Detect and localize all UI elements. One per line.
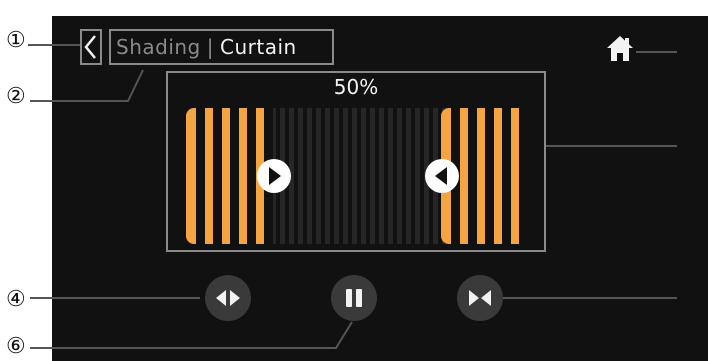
left-curtain-gap [247,108,256,244]
open-percentage: 50% [333,75,379,99]
right-handle[interactable] [425,159,459,193]
left-curtain-gap [213,108,222,244]
right-curtain-gap [485,108,494,244]
track-stripe [370,108,375,244]
left-curtain-gap [230,108,239,244]
track-stripe [334,108,339,244]
left-handle[interactable] [257,159,291,193]
right-curtain-gap [468,108,477,244]
track-stripe [397,108,402,244]
right-curtain-gap [502,108,511,244]
breadcrumb-separator: | [206,35,214,59]
home-button[interactable] [605,33,635,63]
home-icon [607,36,633,61]
track-stripe [316,108,321,244]
leader-line-6 [30,321,353,349]
leader-line-2 [30,69,144,102]
page-title: Curtain [220,35,297,59]
track-stripe [361,108,366,244]
breadcrumb: Shading | Curtain [109,29,334,65]
track-stripe [388,108,393,244]
track-stripe [415,108,420,244]
open-button[interactable] [205,275,251,321]
chevron-left-icon [84,35,96,59]
back-button[interactable] [80,29,102,65]
track-stripe [343,108,348,244]
open-arrows-icon [216,290,240,306]
breadcrumb-parent[interactable]: Shading [116,35,201,59]
track-stripe [307,108,312,244]
track-stripe [298,108,303,244]
pause-button[interactable] [331,275,377,321]
curtain-visual[interactable] [186,108,526,244]
track-stripe [406,108,411,244]
track-stripe [379,108,384,244]
pause-icon [346,289,362,307]
track-stripe [352,108,357,244]
right-curtain-gap [519,108,526,244]
close-button[interactable] [457,275,503,321]
track-stripe [325,108,330,244]
left-curtain-gap [196,108,205,244]
close-arrows-icon [469,290,491,306]
